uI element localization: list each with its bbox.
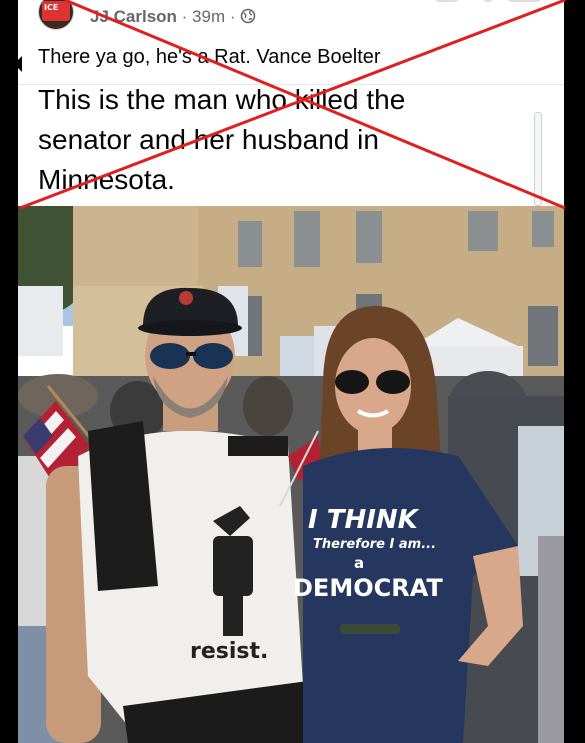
post-header: ICE JJ Carlson · 39m · — [18, 0, 564, 36]
author-avatar[interactable]: ICE — [38, 0, 74, 30]
post-time: · 39m · — [181, 7, 236, 26]
man-shirt-text: resist. — [190, 639, 268, 664]
author-line: JJ Carlson · 39m · — [90, 7, 256, 27]
scroll-indicator — [534, 112, 542, 206]
post-frame: ICE JJ Carlson · 39m · There ya go, he's… — [18, 0, 564, 743]
headline-line: This is the man who killed the — [38, 84, 406, 115]
post-photo[interactable]: resist. I THINK Therefore I am... a DEMO… — [18, 206, 564, 743]
shared-headline: This is the man who killed the senator a… — [38, 80, 538, 200]
globe-icon — [240, 7, 256, 26]
woman-shirt-line-2: Therefore I am... — [313, 537, 436, 552]
header-partial-icons — [434, 0, 544, 6]
author-name[interactable]: JJ Carlson — [90, 7, 177, 26]
woman-shirt-line-3: a — [354, 554, 364, 572]
headline-line: Minnesota. — [38, 164, 175, 195]
post-caption: There ya go, he's a Rat. Vance Boelter — [38, 46, 381, 68]
headline-line: senator and her husband in — [38, 124, 379, 155]
woman-shirt-line-4: DEMOCRAT — [293, 574, 443, 602]
woman-shirt-line-1: I THINK — [308, 505, 420, 535]
